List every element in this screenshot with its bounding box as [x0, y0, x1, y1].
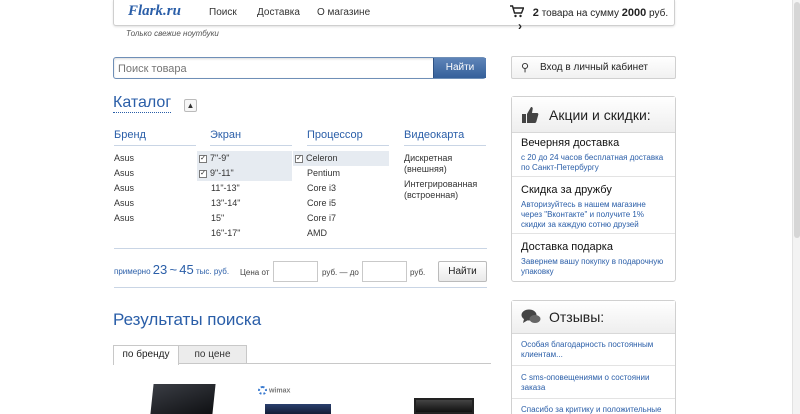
cart-text: товара на сумму	[541, 8, 619, 19]
reviews-header: Отзывы:	[512, 301, 675, 334]
brand-option[interactable]: Asus	[114, 181, 196, 196]
promo-item-title[interactable]: Доставка подарка	[521, 241, 669, 253]
catalog-title[interactable]: Каталог	[113, 94, 172, 113]
price-estimate: примерно 23 ~ 45 тыс. руб.	[114, 262, 230, 277]
scrollbar[interactable]	[792, 0, 800, 414]
tab-by-brand[interactable]: по бренду	[113, 345, 179, 365]
reviews-title: Отзывы:	[549, 309, 605, 325]
price-from-label: Цена от	[240, 268, 270, 277]
product-image[interactable]	[150, 384, 216, 414]
column-header-screen: Экран	[210, 129, 242, 141]
divider	[114, 145, 196, 146]
cart-count: 2	[532, 7, 539, 19]
cpu-list: ✓ Celeron Pentium Core i3 Core i5 Core i7…	[293, 151, 389, 241]
brand-option[interactable]: Asus	[114, 196, 196, 211]
promo-title: Акции и скидки:	[549, 107, 651, 123]
screen-option[interactable]: 11"-13"	[197, 181, 292, 196]
logo[interactable]: Flark.ru	[128, 3, 181, 20]
product-image[interactable]	[265, 404, 331, 414]
cpu-option[interactable]: AMD	[293, 226, 389, 241]
screen-list: ✓ 7"-9" ✓ 9"-11" 11"-13" 13"-14" 15" 16"-1…	[197, 151, 292, 241]
search-box: Найти	[113, 57, 486, 79]
cpu-option[interactable]: Core i5	[293, 196, 389, 211]
chevron-up-icon[interactable]: ▲	[184, 99, 197, 112]
screen-option[interactable]: 15"	[197, 211, 292, 226]
filter-submit-button[interactable]: Найти	[438, 261, 487, 282]
review-link[interactable]: Спасибо за критику и положительные	[521, 405, 669, 414]
promo-item-title[interactable]: Скидка за дружбу	[521, 184, 669, 196]
login-label: Вход в личный кабинет	[540, 62, 648, 73]
cart-summary[interactable]: 2 товара на сумму 2000 руб. ›	[510, 5, 674, 33]
divider	[512, 365, 675, 366]
gpu-list: Дискретная (внешняя) Интегрированная (вс…	[404, 153, 492, 201]
speech-bubbles-icon	[521, 309, 541, 323]
promo-box: Акции и скидки: Вечерняя доставка с 20 д…	[511, 96, 676, 282]
search-button[interactable]: Найти	[433, 58, 486, 78]
brand-option[interactable]: Asus	[114, 151, 196, 166]
cpu-option[interactable]: Core i7	[293, 211, 389, 226]
key-icon: ⚲	[521, 62, 530, 74]
screen-option[interactable]: ✓ 9"-11"	[197, 166, 292, 181]
wimax-badge: wimax	[258, 386, 290, 395]
chevron-right-icon[interactable]: ›	[518, 19, 522, 33]
divider	[114, 248, 487, 249]
cart-icon	[510, 5, 525, 18]
divider	[307, 145, 389, 146]
checkbox-checked[interactable]: ✓	[199, 169, 207, 178]
promo-item-title[interactable]: Вечерняя доставка	[521, 137, 669, 149]
cpu-option[interactable]: Core i3	[293, 181, 389, 196]
checkbox-checked[interactable]: ✓	[199, 154, 207, 163]
review-link[interactable]: Особая благодарность постоянным клиентам…	[521, 340, 669, 360]
reviews-box: Отзывы: Особая благодарность постоянным …	[511, 300, 676, 414]
promo-item-text[interactable]: Завернем вашу покупку в подарочную упако…	[521, 257, 669, 277]
review-link[interactable]: С sms-оповещениями о состоянии заказа	[521, 373, 669, 393]
divider	[210, 145, 292, 146]
scrollbar-thumb[interactable]	[794, 2, 800, 238]
price-from-input[interactable]	[273, 261, 318, 282]
price-mid-label: руб. — до	[322, 268, 359, 277]
thumbs-up-icon	[522, 107, 539, 123]
tagline: Только свежие ноутбуки	[126, 29, 219, 38]
product-image[interactable]	[414, 398, 474, 414]
search-input[interactable]	[118, 61, 428, 76]
cpu-option[interactable]: Pentium	[293, 166, 389, 181]
price-to-input[interactable]	[362, 261, 407, 282]
divider	[404, 145, 486, 146]
nav-delivery[interactable]: Доставка	[257, 7, 300, 18]
tab-by-price[interactable]: по цене	[178, 345, 247, 364]
results-title: Результаты поиска	[113, 310, 262, 329]
brand-list: Asus Asus Asus Asus Asus	[114, 151, 196, 226]
screen-option[interactable]: ✓ 7"-9"	[197, 151, 292, 166]
gpu-option[interactable]: Интегрированная (встроенная)	[404, 179, 492, 201]
screen-option[interactable]: 13"-14"	[197, 196, 292, 211]
brand-option[interactable]: Asus	[114, 211, 196, 226]
divider	[512, 233, 675, 234]
cpu-option[interactable]: ✓ Celeron	[293, 151, 389, 166]
checkbox-checked[interactable]: ✓	[295, 154, 303, 163]
login-button[interactable]: ⚲ Вход в личный кабинет	[511, 56, 676, 79]
screen-option[interactable]: 16"-17"	[197, 226, 292, 241]
top-bar: Flark.ru Поиск Доставка О магазине 2 тов…	[113, 0, 675, 33]
column-header-brand: Бренд	[114, 129, 146, 141]
divider	[114, 287, 487, 288]
promo-header: Акции и скидки:	[512, 97, 675, 133]
divider	[512, 398, 675, 399]
cart-currency: руб.	[649, 8, 669, 19]
cart-sum: 2000	[621, 7, 647, 19]
promo-item[interactable]: Доставка подарка Завернем вашу покупку в…	[521, 241, 669, 277]
promo-item[interactable]: Вечерняя доставка с 20 до 24 часов беспл…	[521, 137, 669, 173]
promo-item[interactable]: Скидка за дружбу Авторизуйтесь в нашем м…	[521, 184, 669, 230]
gpu-option[interactable]: Дискретная (внешняя)	[404, 153, 492, 179]
nav-about[interactable]: О магазине	[317, 7, 370, 18]
nav-search[interactable]: Поиск	[209, 7, 237, 18]
divider	[512, 176, 675, 177]
column-header-gpu: Видеокарта	[404, 129, 465, 141]
column-header-cpu: Процессор	[307, 129, 363, 141]
brand-option[interactable]: Asus	[114, 166, 196, 181]
price-suffix-label: руб.	[410, 268, 426, 277]
promo-item-text[interactable]: Авторизуйтесь в нашем магазине через "Вк…	[521, 200, 669, 230]
promo-item-text[interactable]: с 20 до 24 часов бесплатная доставка по …	[521, 153, 669, 173]
